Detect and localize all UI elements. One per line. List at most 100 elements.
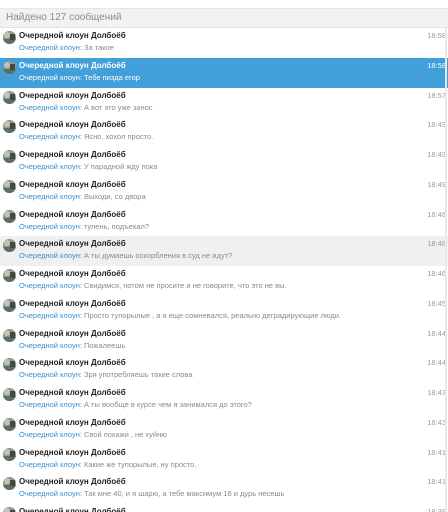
message-text: Выходи, со двора	[83, 191, 146, 201]
sender-name: Очередной клоун	[19, 221, 80, 231]
message-result-row[interactable]: Очередной клоун Долбоёб 18:58 Очередной кл…	[0, 57, 448, 88]
chat-avatar	[3, 298, 16, 312]
message-result-row[interactable]: Очередной клоун Долбоёб 18:58 Очередной кл…	[0, 28, 448, 58]
message-preview: Очередной клоун: Тебе пизда егор	[19, 73, 426, 82]
message-result-row[interactable]: Очередной клоун Долбоёб 18:45 Очередной кл…	[0, 295, 448, 326]
message-time: 18:57	[427, 90, 446, 100]
sender-colon: :	[79, 370, 82, 380]
message-preview: Очередной клоун: Выходи, со двора	[19, 192, 426, 201]
chat-name: Очередной клоун Долбоёб	[19, 447, 126, 457]
message-result-row[interactable]: Очередной клоун Долбоёб 18:48 Очередной кл…	[0, 206, 448, 237]
chat-name: Очередной клоун Долбоёб	[19, 269, 126, 278]
message-result-row[interactable]: Очередной клоун Долбоёб 18:44 Очередной кл…	[0, 355, 448, 385]
chat-name: Очередной клоун Долбоёб	[19, 298, 126, 308]
message-text: Свидимся, потом не просите и не говорите…	[83, 281, 287, 290]
chat-name: Очередной клоун Долбоёб	[19, 239, 126, 249]
chat-avatar	[3, 179, 16, 193]
message-result-row[interactable]: Очередной клоун Долбоёб 18:46 Очередной кл…	[0, 266, 448, 296]
message-time: 18:41	[427, 447, 446, 457]
sender-colon: :	[79, 43, 82, 52]
chat-name: Очередной клоун Долбоёб	[19, 328, 126, 338]
message-text: А ты думаешь оскорбления в суд не идут?	[83, 251, 233, 261]
sender-colon: :	[79, 489, 82, 499]
message-preview: Очередной клоун: Пожалеешь	[19, 341, 426, 350]
sender-name: Очередной клоун	[19, 310, 80, 320]
chat-avatar	[3, 120, 16, 134]
message-result-row[interactable]: Очередной клоун Долбоёб 18:43 Очередной кл…	[0, 414, 448, 445]
chat-avatar	[3, 90, 16, 104]
chat-name: Очередной клоун Долбоёб	[19, 209, 126, 219]
message-time: 18:43	[427, 417, 446, 427]
message-time: 18:45	[427, 298, 446, 308]
message-text: А ты вообще в курсе чем я занимался до э…	[83, 400, 252, 409]
message-result-row[interactable]: Очередной клоун Долбоёб18:39Очередной кл…	[0, 504, 448, 512]
chat-avatar	[3, 447, 16, 461]
message-time: 18:44	[427, 358, 446, 368]
chat-avatar	[3, 239, 16, 253]
sender-name: Очередной клоун	[19, 191, 80, 201]
message-text: Какие же тупорылые, ну просто.	[83, 459, 197, 469]
sender-colon: :	[79, 221, 82, 231]
sender-colon: :	[79, 281, 82, 290]
message-preview: Очередной клоун: За такое	[19, 43, 426, 52]
message-result-row[interactable]: Очередной клоун Долбоёб 18:49 Очередной кл…	[0, 147, 448, 177]
chat-name: Очередной клоун Долбоёб	[19, 60, 126, 70]
chat-avatar	[3, 60, 16, 74]
chat-avatar	[3, 31, 16, 44]
message-text: Так мне 40, и я шарю, а тебе максимум 16…	[83, 489, 285, 499]
chat-avatar	[3, 388, 16, 401]
message-result-row[interactable]: Очередной клоун Долбоёб 18:41 Очередной кл…	[0, 444, 448, 475]
sender-name: Очередной клоун	[19, 102, 80, 112]
chat-name: Очередной клоун Долбоёб	[19, 507, 126, 512]
message-result-row[interactable]: Очередной клоун Долбоёб 18:57 Очередной кл…	[0, 87, 448, 118]
sender-colon: :	[79, 251, 82, 261]
message-result-row[interactable]: Очередной клоун Долбоёб 18:44 Очередной кл…	[0, 325, 448, 356]
message-text: У парадной жду пока	[83, 162, 158, 171]
message-text: За такое	[83, 43, 114, 52]
chat-name: Очередной клоун Долбоёб	[19, 417, 126, 427]
message-preview: Очередной клоун: Свидимся, потом не проси…	[19, 281, 426, 290]
chat-avatar	[3, 507, 16, 512]
message-text: Просто тупорылые , а я еще сомневался, р…	[83, 310, 342, 320]
chat-name: Очередной клоун Долбоёб	[19, 31, 126, 40]
chat-name: Очередной клоун Долбоёб	[19, 477, 126, 487]
sender-colon: :	[79, 340, 82, 350]
message-time: 18:46	[427, 269, 446, 278]
message-result-row[interactable]: Очередной клоун Долбоёб 18:48 Очередной кл…	[0, 236, 448, 266]
sender-colon: :	[79, 72, 82, 82]
message-time: 18:58	[427, 60, 446, 70]
chat-avatar	[3, 269, 16, 282]
sender-colon: :	[79, 310, 82, 320]
message-text: Ясно, хохол просто.	[83, 132, 154, 142]
message-text: Тебе пизда егор	[83, 72, 140, 82]
sender-name: Очередной клоун	[19, 489, 80, 499]
chat-name: Очередной клоун Долбоёб	[19, 90, 126, 100]
message-preview: Очередной клоун: тупень, подъехал?	[19, 222, 426, 231]
chat-name: Очередной клоун Долбоёб	[19, 358, 126, 368]
message-result-row[interactable]: Очередной клоун Долбоёб 18:49 Очередной кл…	[0, 117, 448, 147]
message-time: 18:49	[427, 120, 446, 130]
message-time: 18:49	[427, 150, 446, 159]
search-results-window: Найдено 127 сообщений Очередной клоун До…	[0, 0, 448, 512]
message-preview: Очередной клоун: У парадной жду пока	[19, 162, 426, 171]
message-results-list: Очередной клоун Долбоёб 18:58 Очередной кл…	[0, 28, 448, 512]
message-text: Зря употребляешь такие слова	[83, 370, 193, 380]
sender-name: Очередной клоун	[19, 370, 80, 380]
message-preview: Очередной клоун: Так мне 40, и я шарю, а …	[19, 489, 426, 498]
chat-avatar	[3, 477, 16, 491]
sender-name: Очередной клоун	[19, 459, 80, 469]
message-time: 18:39	[427, 507, 446, 512]
chat-name: Очередной клоун Долбоёб	[19, 388, 126, 397]
sender-colon: :	[79, 132, 82, 142]
message-preview: Очередной клоун: А вот это уже занос	[19, 103, 426, 112]
message-result-row[interactable]: Очередной клоун Долбоёб 18:41 Очередной кл…	[0, 474, 448, 504]
sender-name: Очередной клоун	[19, 429, 80, 439]
message-result-row[interactable]: Очередной клоун Долбоёб 18:43 Очередной кл…	[0, 385, 448, 415]
message-preview: Очередной клоун: А ты думаешь оскорбления…	[19, 251, 426, 260]
message-preview: Очередной клоун: Ясно, хохол просто.	[19, 132, 426, 141]
sender-colon: :	[79, 429, 82, 439]
message-preview: Очередной клоун: Зря употребляешь такие с…	[19, 370, 426, 379]
message-result-row[interactable]: Очередной клоун Долбоёб 18:49 Очередной кл…	[0, 176, 448, 207]
message-preview: Очередной клоун: Просто тупорылые , а я е…	[19, 311, 426, 320]
message-time: 18:44	[427, 328, 446, 338]
